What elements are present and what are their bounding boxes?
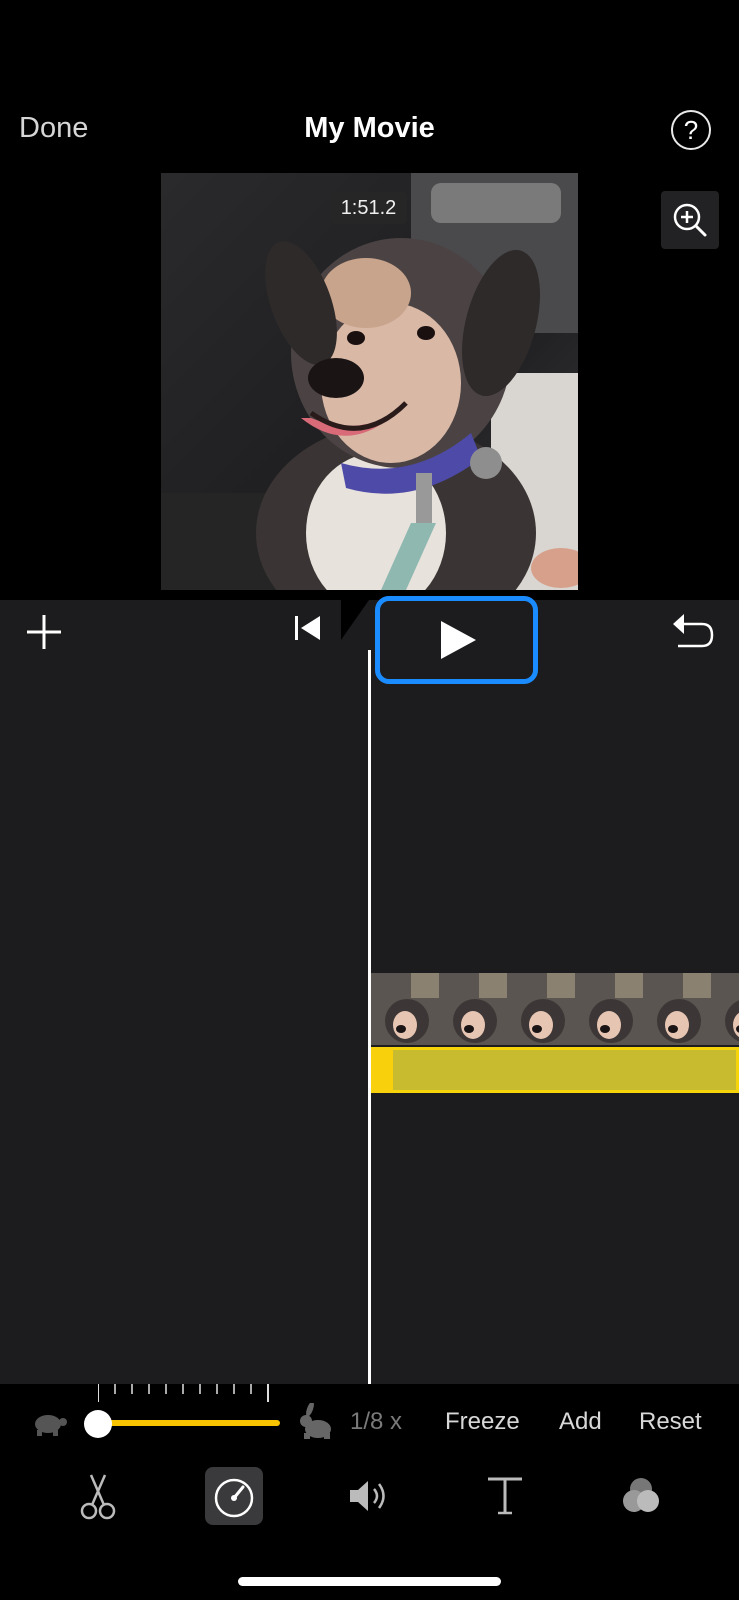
zoom-button[interactable] [661, 191, 719, 249]
turtle-icon [28, 1408, 68, 1438]
clip-thumbnail [371, 973, 439, 1045]
speed-slider-track[interactable] [96, 1420, 280, 1426]
plus-icon [27, 615, 61, 649]
video-preview[interactable] [161, 173, 578, 590]
project-title: My Movie [304, 112, 435, 144]
text-icon [488, 1477, 522, 1515]
skip-back-icon [295, 616, 320, 640]
add-media-button[interactable] [24, 612, 64, 652]
filters-icon [623, 1478, 659, 1512]
titles-tool-button[interactable] [476, 1467, 534, 1525]
clip-thumbnail [575, 973, 643, 1045]
clip-thumbnail [643, 973, 711, 1045]
speed-ruler [97, 1384, 270, 1404]
clip-thumbnail [439, 973, 507, 1045]
filters-tool-button[interactable] [612, 1467, 670, 1525]
clip-trim-handle[interactable] [371, 1047, 393, 1093]
clip-thumbnail [711, 973, 739, 1045]
scissors-icon [80, 1474, 116, 1520]
freeze-button[interactable]: Freeze [445, 1408, 520, 1436]
clip-thumbnail [507, 973, 575, 1045]
undo-button[interactable] [670, 610, 716, 652]
split-tool-button[interactable] [69, 1467, 127, 1525]
volume-icon [350, 1481, 385, 1511]
add-button[interactable]: Add [559, 1408, 602, 1436]
audio-waveform-track[interactable] [371, 1047, 739, 1093]
reset-button[interactable]: Reset [639, 1408, 702, 1436]
undo-icon [673, 614, 714, 648]
speed-tool-button[interactable] [205, 1467, 263, 1525]
home-indicator[interactable] [238, 1577, 501, 1586]
playhead-notch [341, 600, 369, 640]
speedometer-icon [214, 1478, 254, 1518]
help-button[interactable]: ? [671, 110, 711, 150]
play-icon [441, 621, 476, 659]
volume-tool-button[interactable] [340, 1467, 398, 1525]
speed-slider-knob[interactable] [84, 1410, 112, 1438]
playback-timestamp: 1:51.2 [330, 192, 407, 224]
rabbit-icon [296, 1401, 336, 1441]
play-button[interactable] [375, 596, 538, 684]
zoom-in-icon [673, 203, 707, 237]
dog-image [161, 173, 578, 590]
skip-to-start-button[interactable] [292, 612, 324, 644]
speed-value-label: 1/8 x [350, 1408, 403, 1435]
